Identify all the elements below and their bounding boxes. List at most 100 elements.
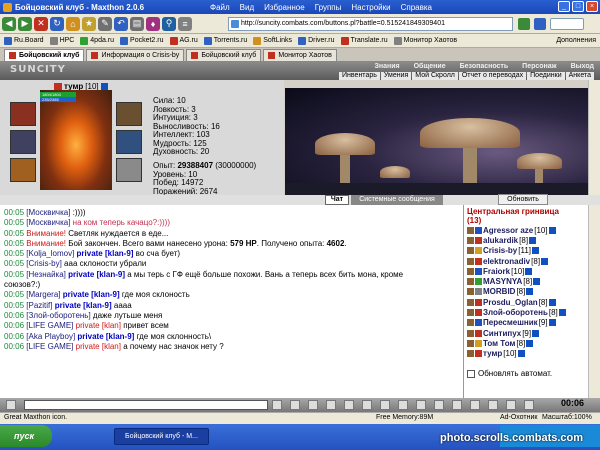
user-list-item[interactable]: Том Том [8] bbox=[467, 338, 585, 348]
clan-icon[interactable] bbox=[434, 400, 444, 410]
user-list-item[interactable]: alukardik [8] bbox=[467, 235, 585, 245]
bookmark-item[interactable]: Монитор Хаотов bbox=[393, 36, 457, 45]
user-list-item[interactable]: Agressor aze [10] bbox=[467, 225, 585, 235]
bookmark-item[interactable]: Translate.ru bbox=[340, 36, 388, 45]
chat-nickname[interactable]: [Pazitif] bbox=[26, 301, 52, 310]
info-icon[interactable] bbox=[532, 329, 540, 337]
print-icon[interactable]: ▤ bbox=[130, 16, 144, 31]
private-message-icon[interactable] bbox=[467, 339, 474, 347]
scroll-icon[interactable] bbox=[380, 400, 390, 410]
chat-nickname[interactable]: [LIFE GAME] bbox=[26, 321, 73, 330]
chat-nickname[interactable]: [Москвичка] bbox=[26, 218, 70, 227]
game-menu-exit[interactable]: Выход bbox=[571, 63, 594, 70]
bookmarks-extra[interactable]: Дополнения bbox=[556, 37, 596, 44]
user-name[interactable]: Пересмешник bbox=[483, 318, 538, 327]
private-message-icon[interactable] bbox=[467, 236, 474, 244]
auto-update-option[interactable]: Обновлять автомат. bbox=[467, 369, 552, 378]
bookmark-item[interactable]: AG.ru bbox=[169, 36, 198, 45]
private-message-icon[interactable] bbox=[467, 257, 474, 265]
user-name[interactable]: Злой-оборотень bbox=[483, 308, 548, 317]
zoom-level[interactable]: Масштаб:100% bbox=[542, 414, 592, 421]
ad-hunter[interactable]: Ad-Охотник bbox=[500, 414, 537, 421]
tab-chaos-monitor[interactable]: Монитор Хаотов bbox=[263, 49, 337, 61]
private-message-icon[interactable] bbox=[467, 288, 474, 296]
user-name[interactable]: Том Том bbox=[483, 339, 515, 348]
search-input[interactable] bbox=[550, 18, 584, 30]
chat-private-tag[interactable]: private [klan-9] bbox=[74, 249, 134, 258]
user-name[interactable]: Prosdu_Oglan bbox=[483, 298, 538, 307]
user-name[interactable]: Fraiork bbox=[483, 267, 510, 276]
bookmark-item[interactable]: SoftLinks bbox=[253, 36, 292, 45]
user-list-item[interactable]: Синтипух [9] bbox=[467, 328, 585, 338]
game-menu-skills[interactable]: Умения bbox=[380, 72, 412, 80]
info-icon[interactable] bbox=[517, 350, 525, 358]
private-message-icon[interactable] bbox=[467, 247, 474, 255]
bookmark-item[interactable]: НРС bbox=[49, 36, 74, 45]
user-name[interactable]: тумр bbox=[483, 349, 502, 358]
info-icon[interactable] bbox=[548, 298, 556, 306]
chat-nickname[interactable]: [Незнайка] bbox=[26, 270, 66, 279]
start-button[interactable]: пуск bbox=[0, 425, 52, 447]
private-message-icon[interactable] bbox=[467, 319, 474, 327]
chat-nickname[interactable]: [Crisis-by] bbox=[26, 259, 62, 268]
user-list-item[interactable]: MORBID [8] bbox=[467, 287, 585, 297]
info-icon[interactable] bbox=[529, 236, 537, 244]
chat-nickname[interactable]: [Kolja_lomov] bbox=[26, 249, 74, 258]
tab-crisis-info[interactable]: Информация о Crisis-by bbox=[86, 49, 185, 61]
info-icon[interactable] bbox=[526, 339, 534, 347]
forward-icon[interactable]: ▶ bbox=[18, 16, 32, 31]
bookmark-item[interactable]: Driver.ru bbox=[298, 36, 335, 45]
filter-icon[interactable] bbox=[308, 400, 318, 410]
chat-private-tag[interactable]: private [klan-9] bbox=[61, 290, 120, 299]
chat-nickname[interactable]: [Москвичка] bbox=[26, 208, 70, 217]
game-menu-knowledge[interactable]: Знания bbox=[374, 63, 399, 70]
gloves-slot[interactable] bbox=[116, 130, 142, 154]
chat-nickname[interactable]: [Aka Playboy] bbox=[26, 332, 75, 341]
say-icon[interactable] bbox=[6, 400, 16, 410]
private-message-icon[interactable] bbox=[467, 309, 474, 317]
menu-file[interactable]: Файл bbox=[210, 3, 230, 12]
user-name[interactable]: MORBID bbox=[483, 287, 515, 296]
clear-icon[interactable] bbox=[290, 400, 300, 410]
user-list-item[interactable]: elektronadiv [8] bbox=[467, 256, 585, 266]
undo-icon[interactable]: ↶ bbox=[114, 16, 128, 31]
info-icon[interactable] bbox=[548, 226, 556, 234]
info-icon[interactable] bbox=[526, 288, 534, 296]
helmet-slot[interactable] bbox=[10, 102, 36, 126]
bookmark-item[interactable]: Pocket2.ru bbox=[120, 36, 164, 45]
game-menu-transfers[interactable]: Отчет о переводах bbox=[458, 72, 527, 80]
private-message-icon[interactable] bbox=[467, 329, 474, 337]
info-icon[interactable] bbox=[558, 309, 566, 317]
chat-input[interactable] bbox=[24, 400, 268, 410]
bookmark-item[interactable]: 4pda.ru bbox=[80, 36, 114, 45]
info-icon[interactable] bbox=[531, 247, 539, 255]
info-icon[interactable] bbox=[533, 278, 541, 286]
taskbar-item-combats[interactable]: Бойцовский клуб - M... bbox=[114, 428, 209, 445]
user-list-item[interactable]: Fraiork [10] bbox=[467, 266, 585, 276]
game-menu-character[interactable]: Персонаж bbox=[522, 63, 556, 70]
user-list-item[interactable]: Злой-оборотень [8] bbox=[467, 307, 585, 317]
refresh-icon[interactable]: ↻ bbox=[50, 16, 64, 31]
help-icon[interactable] bbox=[524, 400, 534, 410]
close-button[interactable]: × bbox=[586, 1, 598, 12]
home-icon[interactable]: ⌂ bbox=[66, 16, 80, 31]
user-name[interactable]: Agressor aze bbox=[483, 226, 533, 235]
chat-nickname[interactable]: [Злой-оборотень] bbox=[26, 311, 90, 320]
auto-update-checkbox[interactable] bbox=[467, 369, 475, 378]
sound-icon[interactable] bbox=[362, 400, 372, 410]
menu-favorites[interactable]: Избранное bbox=[264, 3, 305, 12]
tab-chat[interactable]: Чат bbox=[325, 195, 349, 205]
tab-combats[interactable]: Бойцовский клуб bbox=[4, 49, 85, 61]
search-icon[interactable] bbox=[470, 400, 480, 410]
favorites-icon[interactable]: ★ bbox=[82, 16, 96, 31]
user-list-item[interactable]: Пересмешник [9] bbox=[467, 318, 585, 328]
info-icon[interactable] bbox=[525, 267, 533, 275]
hands-icon[interactable] bbox=[452, 400, 462, 410]
game-menu-communication[interactable]: Общение bbox=[414, 63, 446, 70]
go-icon[interactable] bbox=[518, 18, 530, 30]
private-message-icon[interactable] bbox=[467, 278, 474, 286]
user-list-item[interactable]: MASYNYA [8] bbox=[467, 276, 585, 286]
info-icon[interactable] bbox=[541, 257, 549, 265]
smiley-icon[interactable] bbox=[398, 400, 408, 410]
maximize-button[interactable]: □ bbox=[572, 1, 584, 12]
